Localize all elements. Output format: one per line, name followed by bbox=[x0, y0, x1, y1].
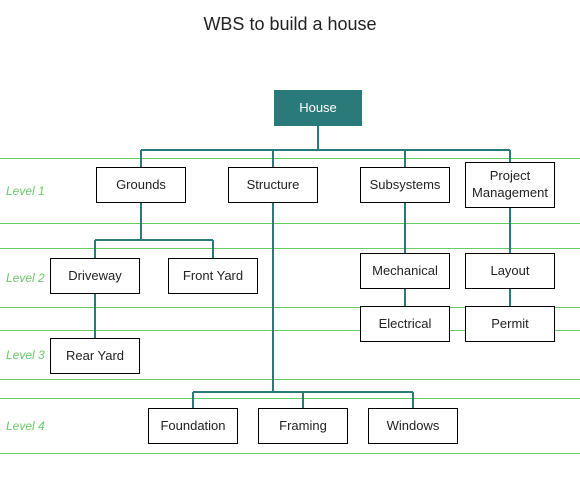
wbs-box-subsystems: Subsystems bbox=[360, 167, 450, 203]
wbs-box-structure: Structure bbox=[228, 167, 318, 203]
wbs-box-electrical: Electrical bbox=[360, 306, 450, 342]
wbs-box-mechanical: Mechanical bbox=[360, 253, 450, 289]
level-label: Level 1 bbox=[6, 184, 45, 198]
wbs-box-foundation: Foundation bbox=[148, 408, 238, 444]
wbs-box-grounds: Grounds bbox=[96, 167, 186, 203]
wbs-box-rearyard: Rear Yard bbox=[50, 338, 140, 374]
wbs-box-framing: Framing bbox=[258, 408, 348, 444]
wbs-box-windows: Windows bbox=[368, 408, 458, 444]
page: WBS to build a house Level 1 Level 2 Level… bbox=[0, 0, 580, 500]
wbs-box-frontyard: Front Yard bbox=[168, 258, 258, 294]
level-label: Level 2 bbox=[6, 271, 45, 285]
wbs-box-projectmgmt: ProjectManagement bbox=[465, 162, 555, 208]
wbs-box-permit: Permit bbox=[465, 306, 555, 342]
page-title: WBS to build a house bbox=[0, 0, 580, 35]
wbs-box-driveway: Driveway bbox=[50, 258, 140, 294]
level-label: Level 3 bbox=[6, 348, 45, 362]
wbs-box-layout: Layout bbox=[465, 253, 555, 289]
level-label: Level 4 bbox=[6, 419, 45, 433]
wbs-box-house: House bbox=[274, 90, 362, 126]
